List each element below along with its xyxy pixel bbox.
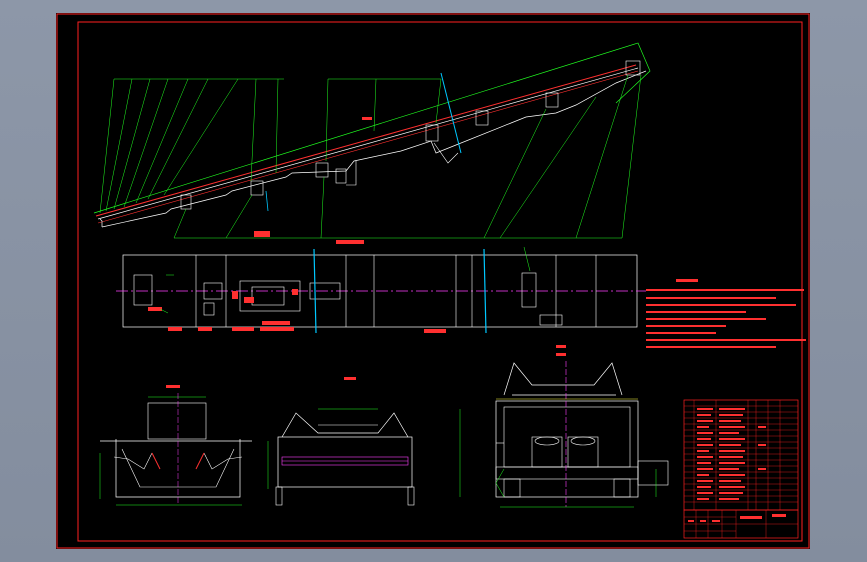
- section-view-1: [99, 385, 252, 506]
- cad-viewport[interactable]: [0, 0, 867, 562]
- drawing-canvas: [56, 13, 810, 549]
- plan-view: [116, 246, 646, 334]
- bill-of-materials: [683, 399, 799, 511]
- section-view-3: [459, 345, 669, 508]
- elevation-view: [93, 42, 651, 244]
- title-block: [683, 509, 799, 539]
- technical-notes: [646, 279, 806, 348]
- drawing-sheet: [56, 13, 810, 549]
- section-view-2: [267, 377, 415, 506]
